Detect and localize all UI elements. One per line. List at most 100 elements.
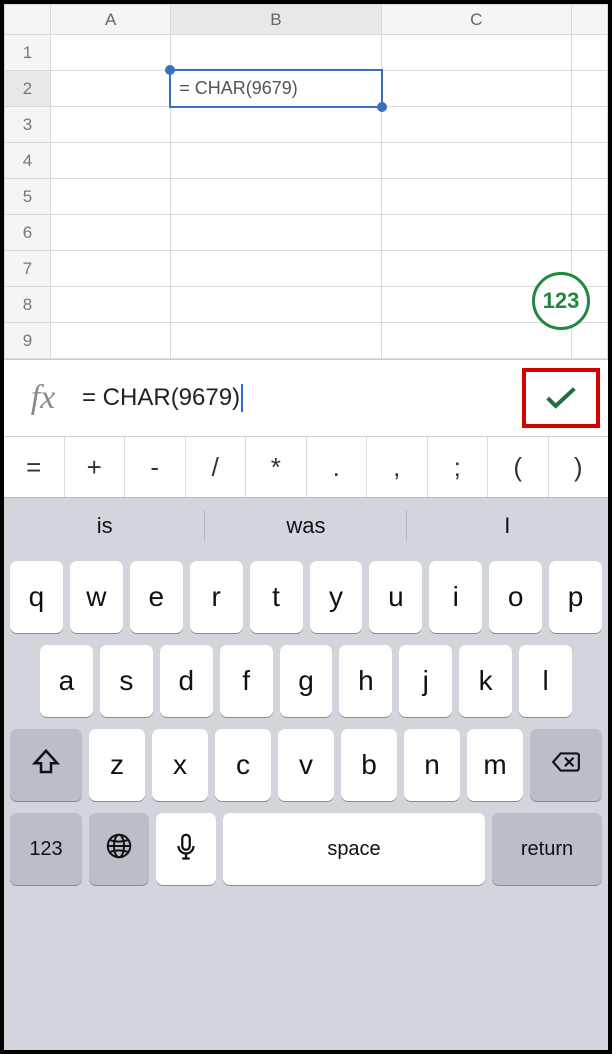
key-y[interactable]: y (310, 561, 363, 633)
key-p[interactable]: p (549, 561, 602, 633)
key-k[interactable]: k (459, 645, 512, 717)
cell-d5[interactable] (571, 179, 607, 215)
cell-a7[interactable] (51, 251, 171, 287)
cell-b5[interactable] (171, 179, 381, 215)
key-w[interactable]: w (70, 561, 123, 633)
suggestion-bar: is was I (4, 497, 608, 553)
row-header-7[interactable]: 7 (5, 251, 51, 287)
key-e[interactable]: e (130, 561, 183, 633)
op-equals[interactable]: = (4, 437, 65, 497)
grid-corner[interactable] (5, 5, 51, 35)
cell-a3[interactable] (51, 107, 171, 143)
cell-a4[interactable] (51, 143, 171, 179)
suggestion-1[interactable]: is (4, 498, 205, 553)
key-f[interactable]: f (220, 645, 273, 717)
cell-b7[interactable] (171, 251, 381, 287)
backspace-icon (551, 747, 581, 784)
key-x[interactable]: x (152, 729, 208, 801)
cell-b8[interactable] (171, 287, 381, 323)
key-h[interactable]: h (339, 645, 392, 717)
key-t[interactable]: t (250, 561, 303, 633)
col-header-d[interactable] (571, 5, 607, 35)
row-header-3[interactable]: 3 (5, 107, 51, 143)
row-header-4[interactable]: 4 (5, 143, 51, 179)
cell-b1[interactable] (171, 35, 381, 71)
key-space[interactable]: space (223, 813, 485, 885)
key-q[interactable]: q (10, 561, 63, 633)
op-minus[interactable]: - (125, 437, 186, 497)
op-semicolon[interactable]: ; (428, 437, 489, 497)
key-123[interactable]: 123 (10, 813, 82, 885)
key-return[interactable]: return (492, 813, 602, 885)
suggestion-3[interactable]: I (407, 498, 608, 553)
key-i[interactable]: i (429, 561, 482, 633)
cell-a8[interactable] (51, 287, 171, 323)
key-u[interactable]: u (369, 561, 422, 633)
cell-b4[interactable] (171, 143, 381, 179)
cell-d9[interactable] (571, 323, 607, 359)
op-slash[interactable]: / (186, 437, 247, 497)
key-j[interactable]: j (399, 645, 452, 717)
key-mic[interactable] (156, 813, 216, 885)
key-c[interactable]: c (215, 729, 271, 801)
row-header-8[interactable]: 8 (5, 287, 51, 323)
cell-b6[interactable] (171, 215, 381, 251)
cell-c9[interactable] (381, 323, 571, 359)
key-l[interactable]: l (519, 645, 572, 717)
row-header-2[interactable]: 2 (5, 71, 51, 107)
op-rparen[interactable]: ) (549, 437, 609, 497)
key-shift[interactable] (10, 729, 82, 801)
spreadsheet-grid[interactable]: A B C 1 2 = CHAR(9679) 3 (4, 4, 608, 359)
key-n[interactable]: n (404, 729, 460, 801)
cell-a1[interactable] (51, 35, 171, 71)
op-plus[interactable]: + (65, 437, 126, 497)
col-header-a[interactable]: A (51, 5, 171, 35)
cell-a2[interactable] (51, 71, 171, 107)
op-comma[interactable]: , (367, 437, 428, 497)
keyboard-row-4: 123 space return (10, 813, 602, 885)
microphone-icon (171, 831, 201, 868)
cell-c6[interactable] (381, 215, 571, 251)
row-header-6[interactable]: 6 (5, 215, 51, 251)
key-m[interactable]: m (467, 729, 523, 801)
key-globe[interactable] (89, 813, 149, 885)
cell-a5[interactable] (51, 179, 171, 215)
row-header-9[interactable]: 9 (5, 323, 51, 359)
cell-d1[interactable] (571, 35, 607, 71)
key-r[interactable]: r (190, 561, 243, 633)
col-header-c[interactable]: C (381, 5, 571, 35)
cell-d6[interactable] (571, 215, 607, 251)
op-dot[interactable]: . (307, 437, 368, 497)
key-d[interactable]: d (160, 645, 213, 717)
col-header-b[interactable]: B (171, 5, 381, 35)
confirm-button[interactable] (522, 368, 600, 428)
key-a[interactable]: a (40, 645, 93, 717)
key-s[interactable]: s (100, 645, 153, 717)
cell-b2[interactable]: = CHAR(9679) (171, 71, 381, 107)
key-b[interactable]: b (341, 729, 397, 801)
numeric-keyboard-toggle[interactable]: 123 (532, 272, 590, 330)
key-z[interactable]: z (89, 729, 145, 801)
row-header-5[interactable]: 5 (5, 179, 51, 215)
formula-input[interactable]: = CHAR(9679) (82, 384, 522, 413)
key-backspace[interactable] (530, 729, 602, 801)
cell-d3[interactable] (571, 107, 607, 143)
key-o[interactable]: o (489, 561, 542, 633)
cell-c3[interactable] (381, 107, 571, 143)
op-star[interactable]: * (246, 437, 307, 497)
row-header-1[interactable]: 1 (5, 35, 51, 71)
cell-b3[interactable] (171, 107, 381, 143)
suggestion-2[interactable]: was (205, 498, 406, 553)
cell-c2[interactable] (381, 71, 571, 107)
cell-d4[interactable] (571, 143, 607, 179)
cell-a6[interactable] (51, 215, 171, 251)
cell-d2[interactable] (571, 71, 607, 107)
cell-b9[interactable] (171, 323, 381, 359)
cell-c4[interactable] (381, 143, 571, 179)
op-lparen[interactable]: ( (488, 437, 549, 497)
key-v[interactable]: v (278, 729, 334, 801)
cell-c5[interactable] (381, 179, 571, 215)
cell-a9[interactable] (51, 323, 171, 359)
key-g[interactable]: g (280, 645, 333, 717)
cell-c1[interactable] (381, 35, 571, 71)
